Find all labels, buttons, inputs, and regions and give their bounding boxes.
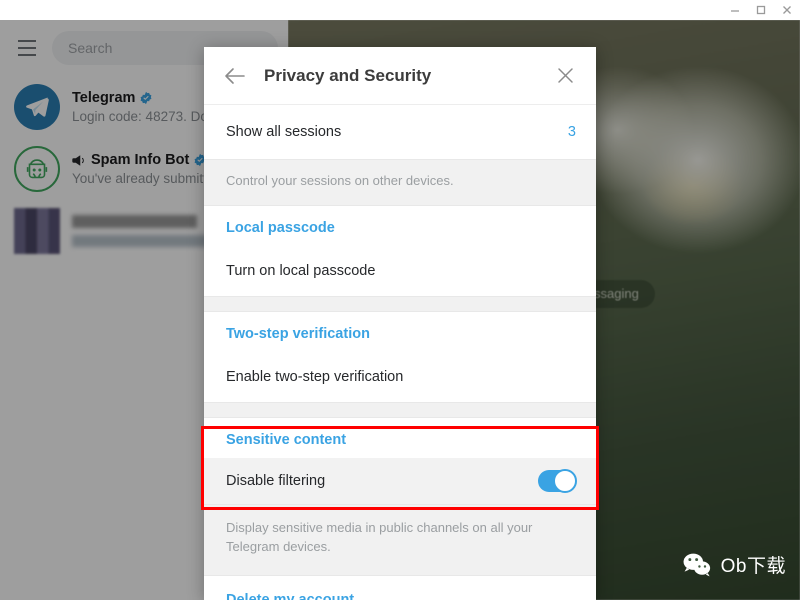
two-step-verification-heading: Two-step verification <box>204 311 596 352</box>
minimize-button[interactable] <box>722 0 748 20</box>
turn-on-local-passcode-label: Turn on local passcode <box>226 262 376 279</box>
watermark: Ob下载 <box>682 551 786 578</box>
dialog-header: Privacy and Security <box>204 47 596 105</box>
maximize-button[interactable] <box>748 0 774 20</box>
sensitive-content-heading: Sensitive content <box>204 417 596 458</box>
disable-filtering-toggle[interactable] <box>538 468 577 493</box>
sessions-hint: Control your sessions on other devices. <box>204 159 596 206</box>
wechat-icon <box>683 553 710 576</box>
delete-my-account-label[interactable]: Delete my account <box>204 575 596 600</box>
sessions-count: 3 <box>567 124 576 140</box>
page-title: Privacy and Security <box>264 65 432 85</box>
local-passcode-heading: Local passcode <box>204 205 596 246</box>
disable-filtering-label: Disable filtering <box>226 472 326 489</box>
sensitive-content-hint: Display sensitive media in public channe… <box>204 503 596 576</box>
arrow-left-icon[interactable] <box>220 61 250 91</box>
enable-two-step-verification-row[interactable]: Enable two-step verification <box>204 351 596 402</box>
watermark-text: Ob下载 <box>720 556 786 577</box>
toggle-knob <box>553 468 577 493</box>
turn-on-local-passcode-row[interactable]: Turn on local passcode <box>204 245 596 296</box>
show-all-sessions-row[interactable]: Show all sessions 3 <box>204 105 596 159</box>
telegram-app: ssaging Search Telegram Login code: 4827… <box>0 20 800 600</box>
section-divider <box>204 401 596 418</box>
privacy-and-security-dialog: Privacy and Security Show all sessions 3… <box>204 47 596 600</box>
show-all-sessions-label: Show all sessions <box>226 124 342 140</box>
enable-two-step-verification-label: Enable two-step verification <box>226 368 404 385</box>
close-button[interactable] <box>774 0 800 20</box>
section-divider <box>204 295 596 312</box>
close-icon[interactable] <box>552 63 578 89</box>
disable-filtering-row[interactable]: Disable filtering <box>204 457 596 504</box>
window-title-bar <box>0 0 800 20</box>
